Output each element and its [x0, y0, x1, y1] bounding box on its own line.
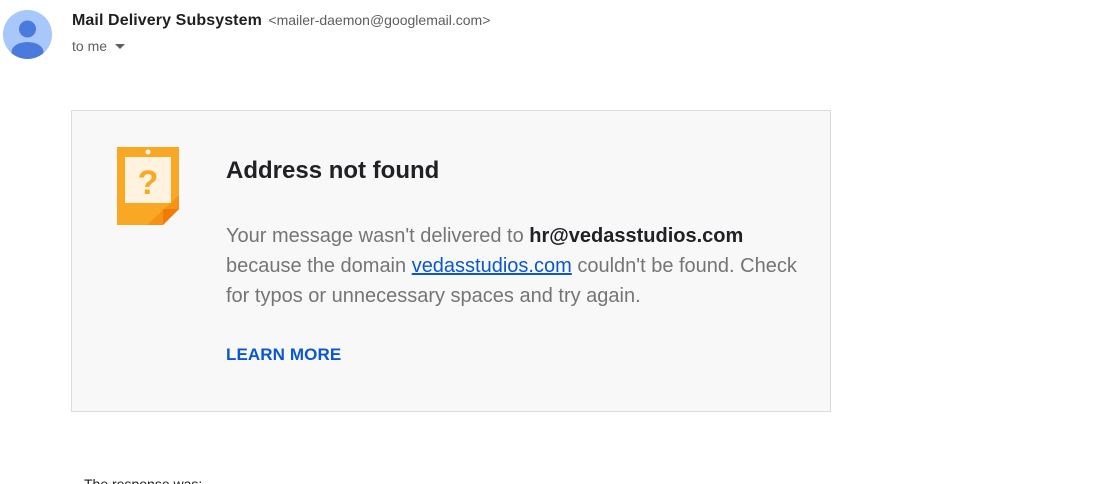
svg-text:?: ?: [138, 164, 159, 202]
recipients-line: to me: [72, 38, 126, 54]
learn-more-link[interactable]: LEARN MORE: [226, 345, 341, 365]
response-label: The response was:: [84, 476, 203, 484]
notice-body-text: Your message wasn't delivered to: [226, 225, 530, 247]
sender-email: <mailer-daemon@googlemail.com>: [268, 12, 491, 28]
recipients-label: to me: [72, 38, 108, 54]
sender-avatar[interactable]: [3, 10, 52, 59]
sender-line: Mail Delivery Subsystem <mailer-daemon@g…: [72, 12, 490, 30]
notice-body: Your message wasn't delivered to hr@veda…: [226, 221, 816, 311]
warning-note-icon: ?: [117, 147, 179, 225]
sender-name[interactable]: Mail Delivery Subsystem: [72, 12, 262, 29]
person-avatar-icon: [3, 10, 52, 59]
recipient-address: hr@vedasstudios.com: [529, 225, 744, 247]
notice-title: Address not found: [226, 157, 440, 184]
caret-down-icon[interactable]: [115, 44, 126, 49]
bounce-notice-card: ? Address not found Your message wasn't …: [71, 110, 831, 412]
notice-body-text: because the domain: [226, 255, 412, 277]
email-view: Mail Delivery Subsystem <mailer-daemon@g…: [0, 0, 1110, 484]
domain-link[interactable]: vedasstudios.com: [412, 255, 572, 277]
